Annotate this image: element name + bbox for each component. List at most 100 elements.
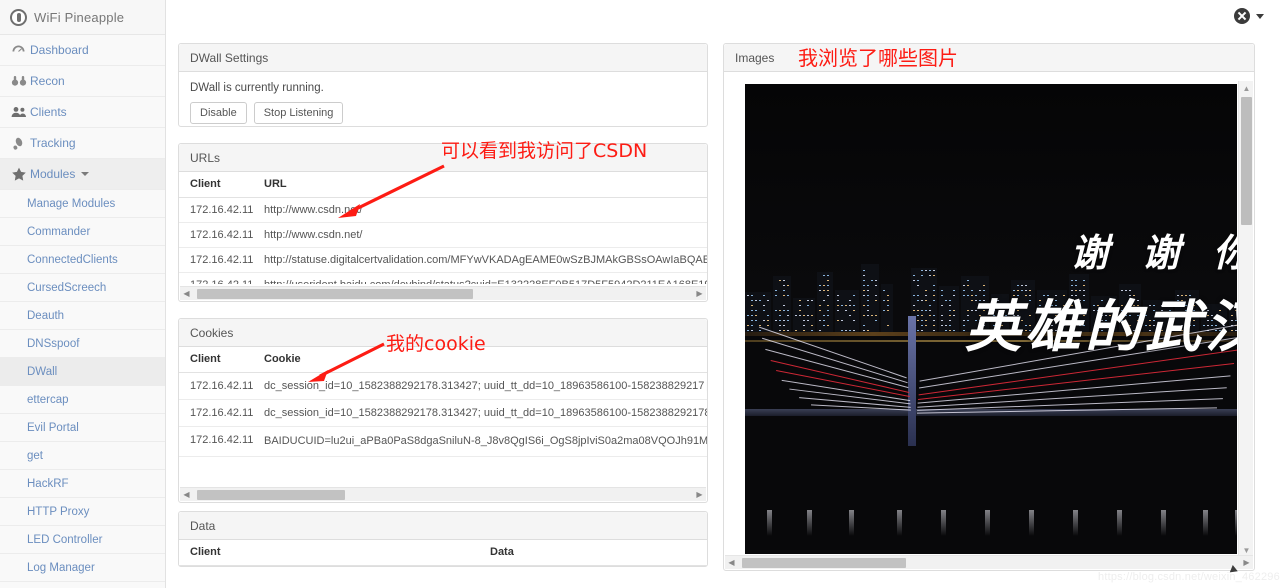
sidebar-subitem-label: Log Manager <box>27 562 95 574</box>
cookies-horizontal-scrollbar[interactable]: ◀ ▶ <box>180 487 706 501</box>
sidebar-item-commander[interactable]: Commander <box>0 218 165 246</box>
scroll-left-icon[interactable]: ◀ <box>180 287 193 301</box>
panel-title: Data <box>179 512 707 540</box>
sidebar-item-log-manager[interactable]: Log Manager <box>0 554 165 582</box>
sidebar-subitem-label: DWall <box>27 366 57 378</box>
sidebar-subitem-label: ConnectedClients <box>27 254 118 266</box>
close-icon[interactable] <box>1234 8 1250 24</box>
sidebar-item-modules[interactable]: Modules <box>0 159 165 190</box>
cookie-text: dc_session_id=10_1582388292178.313427; u… <box>264 407 707 419</box>
disable-button[interactable]: Disable <box>190 102 247 124</box>
sidebar-item-clients[interactable]: Clients <box>0 97 165 128</box>
sidebar-subitem-label: HTTP Proxy <box>27 506 89 518</box>
sidebar-nav: Dashboard Recon Clients Tracking Modules… <box>0 35 165 588</box>
captured-image[interactable]: 谢 谢 你 英雄的武汉 <box>745 84 1237 554</box>
images-horizontal-scrollbar[interactable]: ◀ ▶ <box>725 555 1253 569</box>
table-header-row: Client URL <box>179 172 707 198</box>
table-header-row: Client Cookie <box>179 347 707 373</box>
scrollbar-thumb[interactable] <box>1241 97 1252 225</box>
sidebar-item-dashboard[interactable]: Dashboard <box>0 35 165 66</box>
binoculars-icon <box>11 75 30 87</box>
cell-client: 172.16.42.114 <box>179 373 253 400</box>
table-row[interactable]: 172.16.42.114 http://statuse.digitalcert… <box>179 248 707 273</box>
sidebar-item-label: Modules <box>30 167 75 181</box>
window-controls <box>1234 8 1264 24</box>
sidebar-subitem-label: Evil Portal <box>27 422 79 434</box>
scrollbar-track[interactable] <box>193 488 693 502</box>
sidebar-item-manage-modules[interactable]: Manage Modules <box>0 190 165 218</box>
cell-cookie: dc_session_id=10_1582388292178.313427; u… <box>253 400 707 427</box>
sidebar-item-connectedclients[interactable]: ConnectedClients <box>0 246 165 274</box>
column-header-cookie: Cookie <box>253 347 707 373</box>
sidebar-item-label: Tracking <box>30 136 76 150</box>
scrollbar-thumb[interactable] <box>742 558 906 568</box>
scroll-left-icon[interactable]: ◀ <box>725 556 738 570</box>
sidebar-subitem-label: Deauth <box>27 310 64 322</box>
table-row[interactable]: 172.16.42.114 http://userident.baidu.com… <box>179 273 707 285</box>
sidebar-item-get[interactable]: get <box>0 442 165 470</box>
urls-horizontal-scrollbar[interactable]: ◀ ▶ <box>180 286 706 300</box>
sidebar-item-cursedscreech[interactable]: CursedScreech <box>0 274 165 302</box>
app-brand: WiFi Pineapple <box>0 0 165 35</box>
column-header-client: Client <box>179 347 253 373</box>
photo-overlay-text-top: 谢 谢 你 <box>1071 222 1237 277</box>
chevron-down-icon[interactable] <box>1256 14 1264 19</box>
sidebar-subitem-label: Commander <box>27 226 90 238</box>
panel-title: URLs <box>179 144 707 172</box>
sidebar-item-dwall[interactable]: DWall <box>0 358 165 386</box>
table-row[interactable]: 172.16.42.114 BAIDUCUID=lu2ui_aPBa0PaS8d… <box>179 427 707 457</box>
panel-title: Images <box>724 44 1254 72</box>
sidebar-item-recon[interactable]: Recon <box>0 66 165 97</box>
column-header-client: Client <box>179 540 479 566</box>
cookies-panel: Cookies Client Cookie 172.16.42.114 dc_s… <box>178 318 708 503</box>
sidebar-item-led-controller[interactable]: LED Controller <box>0 526 165 554</box>
table-row[interactable]: 172.16.42.114 http://www.csdn.net/ <box>179 198 707 223</box>
scroll-left-icon[interactable]: ◀ <box>180 488 193 502</box>
chevron-down-icon <box>81 172 89 176</box>
sidebar-subitem-label: DNSspoof <box>27 338 79 350</box>
images-panel: Images 谢 谢 英雄的武汉 ▲ ▼ ◀ ▶ <box>723 43 1255 571</box>
scroll-up-icon[interactable]: ▲ <box>1239 81 1254 95</box>
sidebar-item-ettercap[interactable]: ettercap <box>0 386 165 414</box>
sidebar-item-mac-info[interactable]: MAC Info <box>0 582 165 588</box>
sidebar-subitem-label: LED Controller <box>27 534 102 546</box>
urls-panel: URLs Client URL 172.16.42.114 http://www… <box>178 143 708 302</box>
column-header-url: URL <box>253 172 707 198</box>
cell-url: http://statuse.digitalcertvalidation.com… <box>253 248 707 273</box>
sidebar-item-deauth[interactable]: Deauth <box>0 302 165 330</box>
sidebar-item-http-proxy[interactable]: HTTP Proxy <box>0 498 165 526</box>
table-row[interactable]: 172.16.42.114 dc_session_id=10_158238829… <box>179 373 707 400</box>
scrollbar-track[interactable] <box>738 556 1240 570</box>
table-header-row: Client Data <box>179 540 707 566</box>
data-table: Client Data <box>179 540 707 566</box>
sidebar-item-evil-portal[interactable]: Evil Portal <box>0 414 165 442</box>
table-row[interactable]: 172.16.42.114 http://www.csdn.net/ <box>179 223 707 248</box>
scroll-right-icon[interactable]: ▶ <box>693 287 706 301</box>
cell-cookie: dc_session_id=10_1582388292178.313427; u… <box>253 373 707 400</box>
users-icon <box>11 106 30 118</box>
footprint-icon <box>11 137 30 150</box>
sidebar-subitem-label: Manage Modules <box>27 198 115 210</box>
table-row[interactable]: 172.16.42.114 dc_session_id=10_158238829… <box>179 400 707 427</box>
scroll-right-icon[interactable]: ▶ <box>1240 556 1253 570</box>
images-vertical-scrollbar[interactable]: ▲ ▼ <box>1238 81 1253 557</box>
sidebar-subitem-label: CursedScreech <box>27 282 106 294</box>
sidebar-item-label: Dashboard <box>30 43 89 57</box>
stop-listening-button[interactable]: Stop Listening <box>254 102 344 124</box>
sidebar-item-dnsspoof[interactable]: DNSspoof <box>0 330 165 358</box>
scrollbar-track[interactable] <box>193 287 693 301</box>
cookies-table: Client Cookie 172.16.42.114 dc_session_i… <box>179 347 707 457</box>
photo-water-reflections <box>745 510 1237 540</box>
scrollbar-thumb[interactable] <box>197 289 473 299</box>
scroll-right-icon[interactable]: ▶ <box>693 488 706 502</box>
cell-cookie: BAIDUCUID=lu2ui_aPBa0PaS8dgaSniluN-8_J8v… <box>253 427 707 457</box>
dwall-settings-panel: DWall Settings DWall is currently runnin… <box>178 43 708 127</box>
gauge-icon <box>11 44 30 56</box>
cell-client: 172.16.42.114 <box>179 248 253 273</box>
scrollbar-thumb[interactable] <box>197 490 345 500</box>
cell-url: http://www.csdn.net/ <box>253 198 707 223</box>
sidebar-item-hackrf[interactable]: HackRF <box>0 470 165 498</box>
panel-title: DWall Settings <box>179 44 707 72</box>
sidebar-subitem-label: HackRF <box>27 478 69 490</box>
sidebar-item-tracking[interactable]: Tracking <box>0 128 165 159</box>
